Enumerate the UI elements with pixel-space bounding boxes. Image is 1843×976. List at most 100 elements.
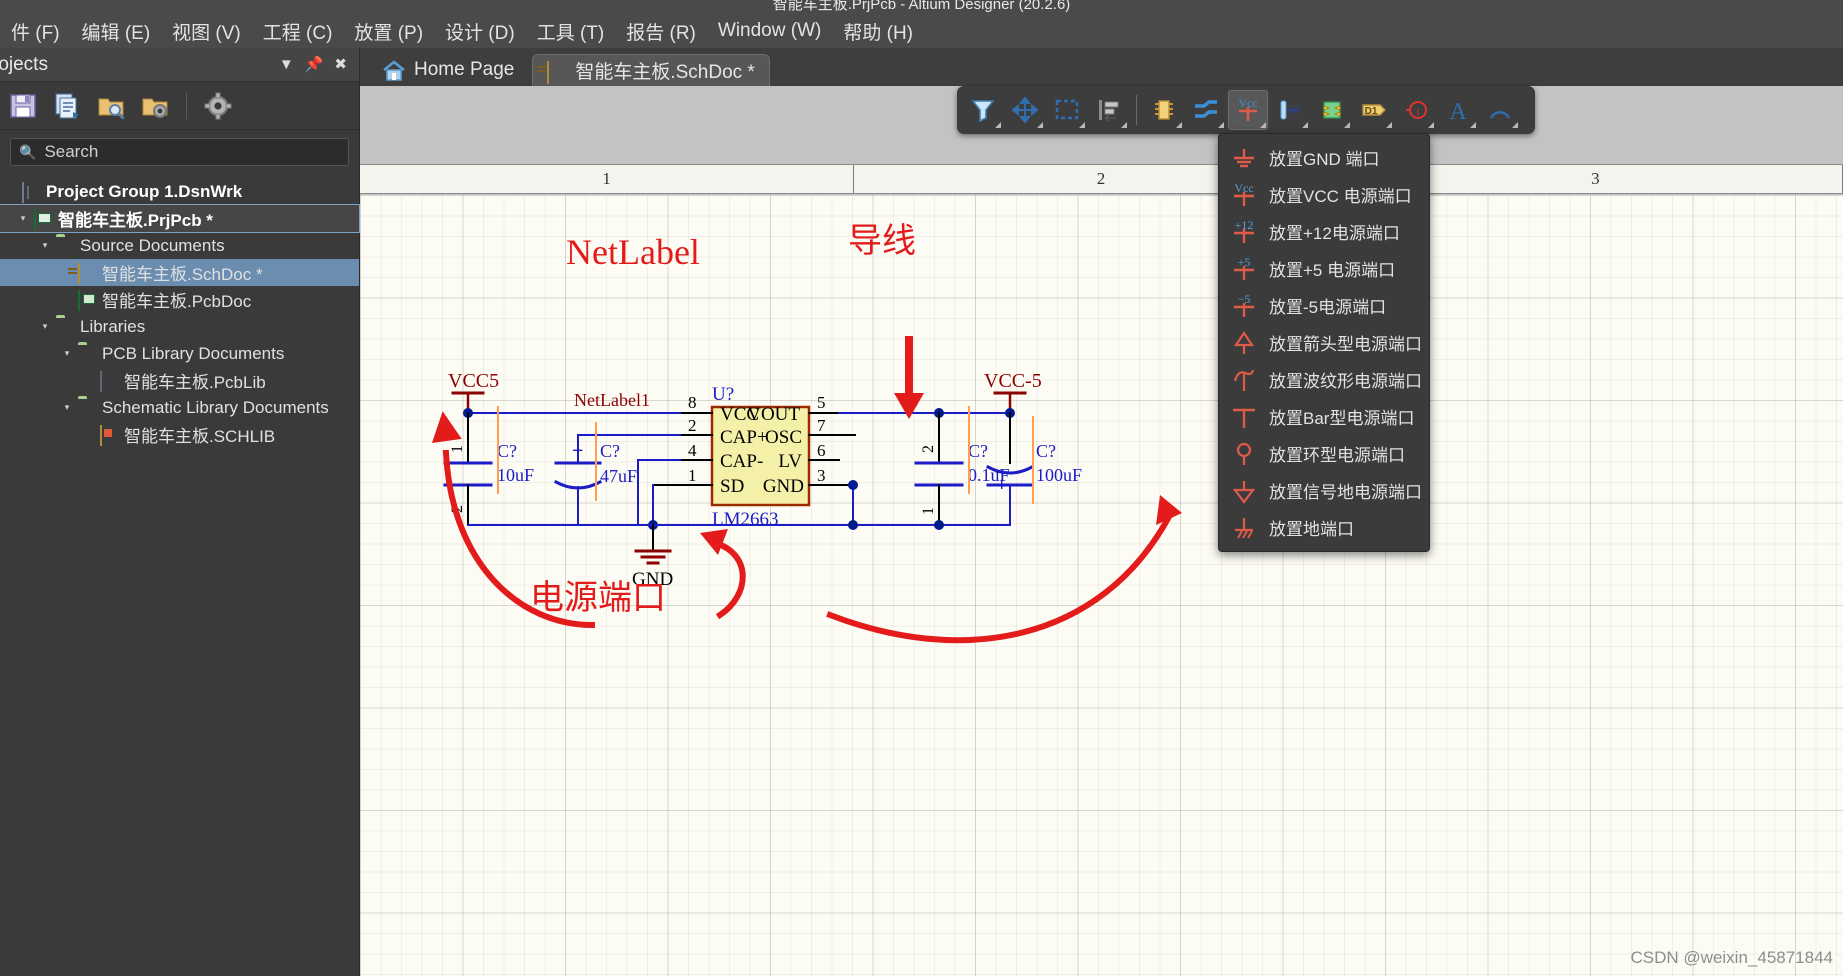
menu-item-place-arrow-port[interactable]: 放置箭头型电源端口: [1219, 324, 1429, 361]
move-cross-icon[interactable]: [1005, 90, 1045, 130]
twisty-expand-icon[interactable]: ▾: [16, 213, 30, 224]
menu-item-place-signal-ground-port[interactable]: 放置信号地电源端口: [1219, 472, 1429, 509]
tree-item-pcb-library-documents[interactable]: ▾ PCB Library Documents: [0, 340, 359, 367]
bar-port-icon: [1229, 403, 1259, 431]
svg-text:1: 1: [449, 445, 466, 453]
menu-edit[interactable]: 编辑 (E): [71, 16, 162, 47]
menu-item-place-wave-port[interactable]: 放置波纹形电源端口: [1219, 361, 1429, 398]
place-port-icon[interactable]: HI: [1270, 90, 1310, 130]
menu-item-place-plus5-port[interactable]: +5 放置+5 电源端口: [1219, 250, 1429, 287]
svg-text:C?: C?: [1036, 441, 1056, 461]
align-icon[interactable]: [1089, 90, 1129, 130]
tree-item-schdoc[interactable]: 智能车主板.SchDoc *: [0, 259, 359, 286]
menu-item-place-plus12-port[interactable]: +12 放置+12电源端口: [1219, 213, 1429, 250]
menu-item-place-bar-port[interactable]: 放置Bar型电源端口: [1219, 398, 1429, 435]
annotation-netlabel: NetLabel: [566, 231, 700, 273]
schematic-doc-icon: [78, 264, 98, 282]
selection-rect-icon[interactable]: [1047, 90, 1087, 130]
power-port-dropdown-menu[interactable]: 放置GND 端口 Vcc 放置VCC 电源端口 +12 放置+12电源端口: [1218, 133, 1430, 552]
search-box[interactable]: 🔍: [10, 138, 349, 166]
place-arc-icon[interactable]: [1480, 90, 1520, 130]
schematic-toolbar: Vcc HI D1: [957, 86, 1535, 134]
project-options-icon[interactable]: [140, 91, 170, 121]
menu-item-label: 放置VCC 电源端口: [1269, 182, 1412, 207]
open-project-icon[interactable]: [96, 91, 126, 121]
svg-text:+: +: [572, 440, 583, 462]
svg-text:5: 5: [817, 393, 826, 412]
tree-item-label: Libraries: [80, 317, 145, 337]
tree-item-pcblib[interactable]: 智能车主板.PcbLib: [0, 367, 359, 394]
menu-item-label: 放置信号地电源端口: [1269, 478, 1422, 503]
svg-text:HI: HI: [1289, 105, 1300, 115]
twisty-expand-icon[interactable]: ▾: [60, 348, 74, 359]
tree-item-pcbdoc[interactable]: 智能车主板.PcbDoc: [0, 286, 359, 313]
tree-item-label: Project Group 1.DsnWrk: [46, 182, 242, 202]
copy-documents-icon[interactable]: [52, 91, 82, 121]
menu-item-place-circle-port[interactable]: 放置环型电源端口: [1219, 435, 1429, 472]
tree-item-label: PCB Library Documents: [102, 344, 284, 364]
svg-text:4: 4: [688, 441, 697, 460]
menu-item-place-vcc-port[interactable]: Vcc 放置VCC 电源端口: [1219, 176, 1429, 213]
menu-help[interactable]: 帮助 (H): [832, 16, 924, 47]
annotation-wire: 导线: [848, 213, 916, 262]
twisty-expand-icon[interactable]: ▾: [38, 240, 52, 251]
twisty-expand-icon[interactable]: ▾: [38, 321, 52, 332]
folder-icon: [78, 399, 98, 417]
tree-item-source-documents[interactable]: ▾ Source Documents: [0, 232, 359, 259]
close-icon[interactable]: ✖: [334, 57, 347, 72]
place-net-label-icon[interactable]: D1: [1354, 90, 1394, 130]
place-wire-icon[interactable]: [1186, 90, 1226, 130]
tree-item-label: Schematic Library Documents: [102, 398, 329, 418]
svg-text:LV: LV: [778, 451, 802, 472]
schematic-sheet[interactable]: VCC5 NetLabel1 1 2 C? 10uF: [360, 195, 1843, 976]
menu-design[interactable]: 设计 (D): [434, 16, 526, 47]
menu-item-place-earth-ground-port[interactable]: 放置地端口: [1219, 509, 1429, 546]
search-input[interactable]: [44, 142, 340, 162]
menu-reports[interactable]: 报告 (R): [615, 16, 707, 47]
svg-text:VCC-5: VCC-5: [984, 370, 1042, 392]
svg-text:6: 6: [817, 441, 826, 460]
twisty-expand-icon[interactable]: ▾: [60, 402, 74, 413]
svg-text:A: A: [1449, 99, 1467, 123]
tab-home-page[interactable]: Home Page: [368, 54, 528, 86]
place-no-erc-icon[interactable]: i: [1396, 90, 1436, 130]
tree-item-project-group[interactable]: Project Group 1.DsnWrk: [0, 178, 359, 205]
menu-file[interactable]: 件 (F): [0, 16, 71, 47]
menu-view[interactable]: 视图 (V): [161, 16, 252, 47]
filter-icon[interactable]: [963, 90, 1003, 130]
tree-item-schematic-library-documents[interactable]: ▾ Schematic Library Documents: [0, 394, 359, 421]
settings-gear-icon[interactable]: [203, 91, 233, 121]
svg-text:CAP+: CAP+: [720, 427, 768, 448]
tab-schdoc[interactable]: 智能车主板.SchDoc *: [532, 54, 769, 86]
project-group-icon: [22, 183, 42, 201]
chevron-down-icon[interactable]: ▼: [279, 57, 294, 72]
projects-panel: rojects ▼ 📌 ✖: [0, 48, 360, 976]
svg-text:U?: U?: [712, 384, 734, 405]
save-icon[interactable]: [8, 91, 38, 121]
tree-item-libraries[interactable]: ▾ Libraries: [0, 313, 359, 340]
place-sheet-symbol-icon[interactable]: [1312, 90, 1352, 130]
schematic-canvas[interactable]: 1 2 3 VCC5 NetLabel1: [360, 86, 1843, 976]
menu-item-label: 放置-5电源端口: [1269, 293, 1386, 318]
place-power-port-icon[interactable]: Vcc: [1228, 90, 1268, 130]
svg-text:+: +: [996, 474, 1007, 496]
place-text-icon[interactable]: A: [1438, 90, 1478, 130]
menu-window[interactable]: Window (W): [707, 18, 832, 44]
toolbar-divider: [186, 93, 187, 119]
tree-item-schlib[interactable]: 智能车主板.SCHLIB: [0, 421, 359, 448]
pcb-project-icon: [34, 210, 54, 228]
menu-item-label: 放置箭头型电源端口: [1269, 330, 1422, 355]
menu-item-place-gnd-port[interactable]: 放置GND 端口: [1219, 139, 1429, 176]
watermark: CSDN @weixin_45871844: [1631, 948, 1833, 968]
menu-place[interactable]: 放置 (P): [343, 16, 434, 47]
tab-label: Home Page: [414, 59, 514, 81]
pin-icon[interactable]: 📌: [305, 57, 324, 72]
tree-item-prjpcb[interactable]: ▾ 智能车主板.PrjPcb *: [0, 205, 359, 232]
place-part-icon[interactable]: [1144, 90, 1184, 130]
svg-text:GND: GND: [763, 476, 804, 497]
tree-item-label: 智能车主板.SCHLIB: [124, 422, 275, 447]
menu-item-label: 放置波纹形电源端口: [1269, 367, 1422, 392]
menu-tools[interactable]: 工具 (T): [526, 16, 616, 47]
menu-project[interactable]: 工程 (C): [252, 16, 344, 47]
menu-item-place-minus5-port[interactable]: −5 放置-5电源端口: [1219, 287, 1429, 324]
